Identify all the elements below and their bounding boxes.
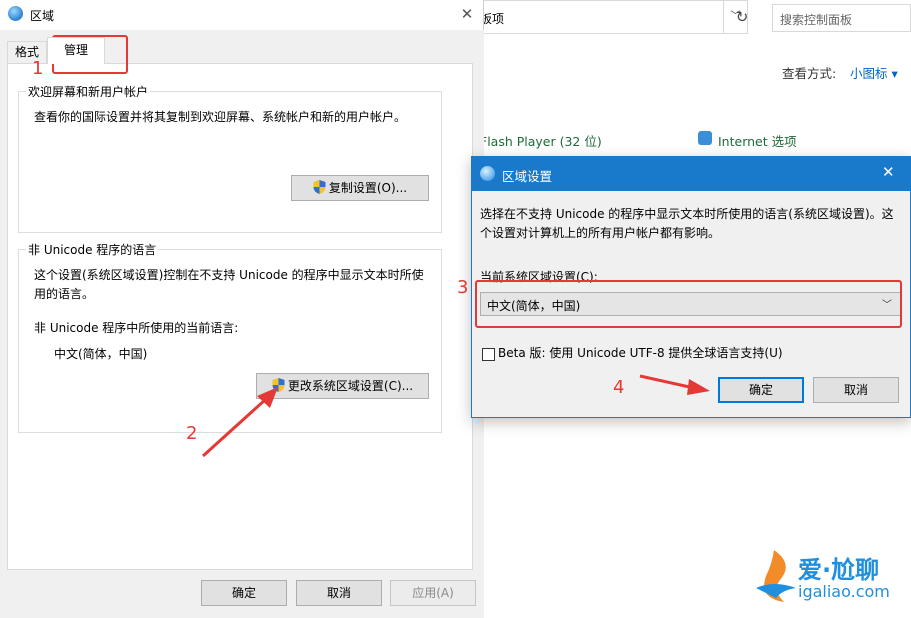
watermark-url: igaliao.com xyxy=(798,582,890,601)
arrow-to-change-locale xyxy=(201,387,278,458)
watermark-logo: 爱·尬聊 igaliao.com xyxy=(752,548,890,611)
tab-administrative[interactable]: 管理 xyxy=(47,37,105,64)
watermark-cn: 爱·尬聊 xyxy=(798,556,880,584)
logo-mark-icon xyxy=(756,550,796,602)
annotation-arrows xyxy=(201,374,710,458)
arrow-to-ok xyxy=(639,374,710,395)
